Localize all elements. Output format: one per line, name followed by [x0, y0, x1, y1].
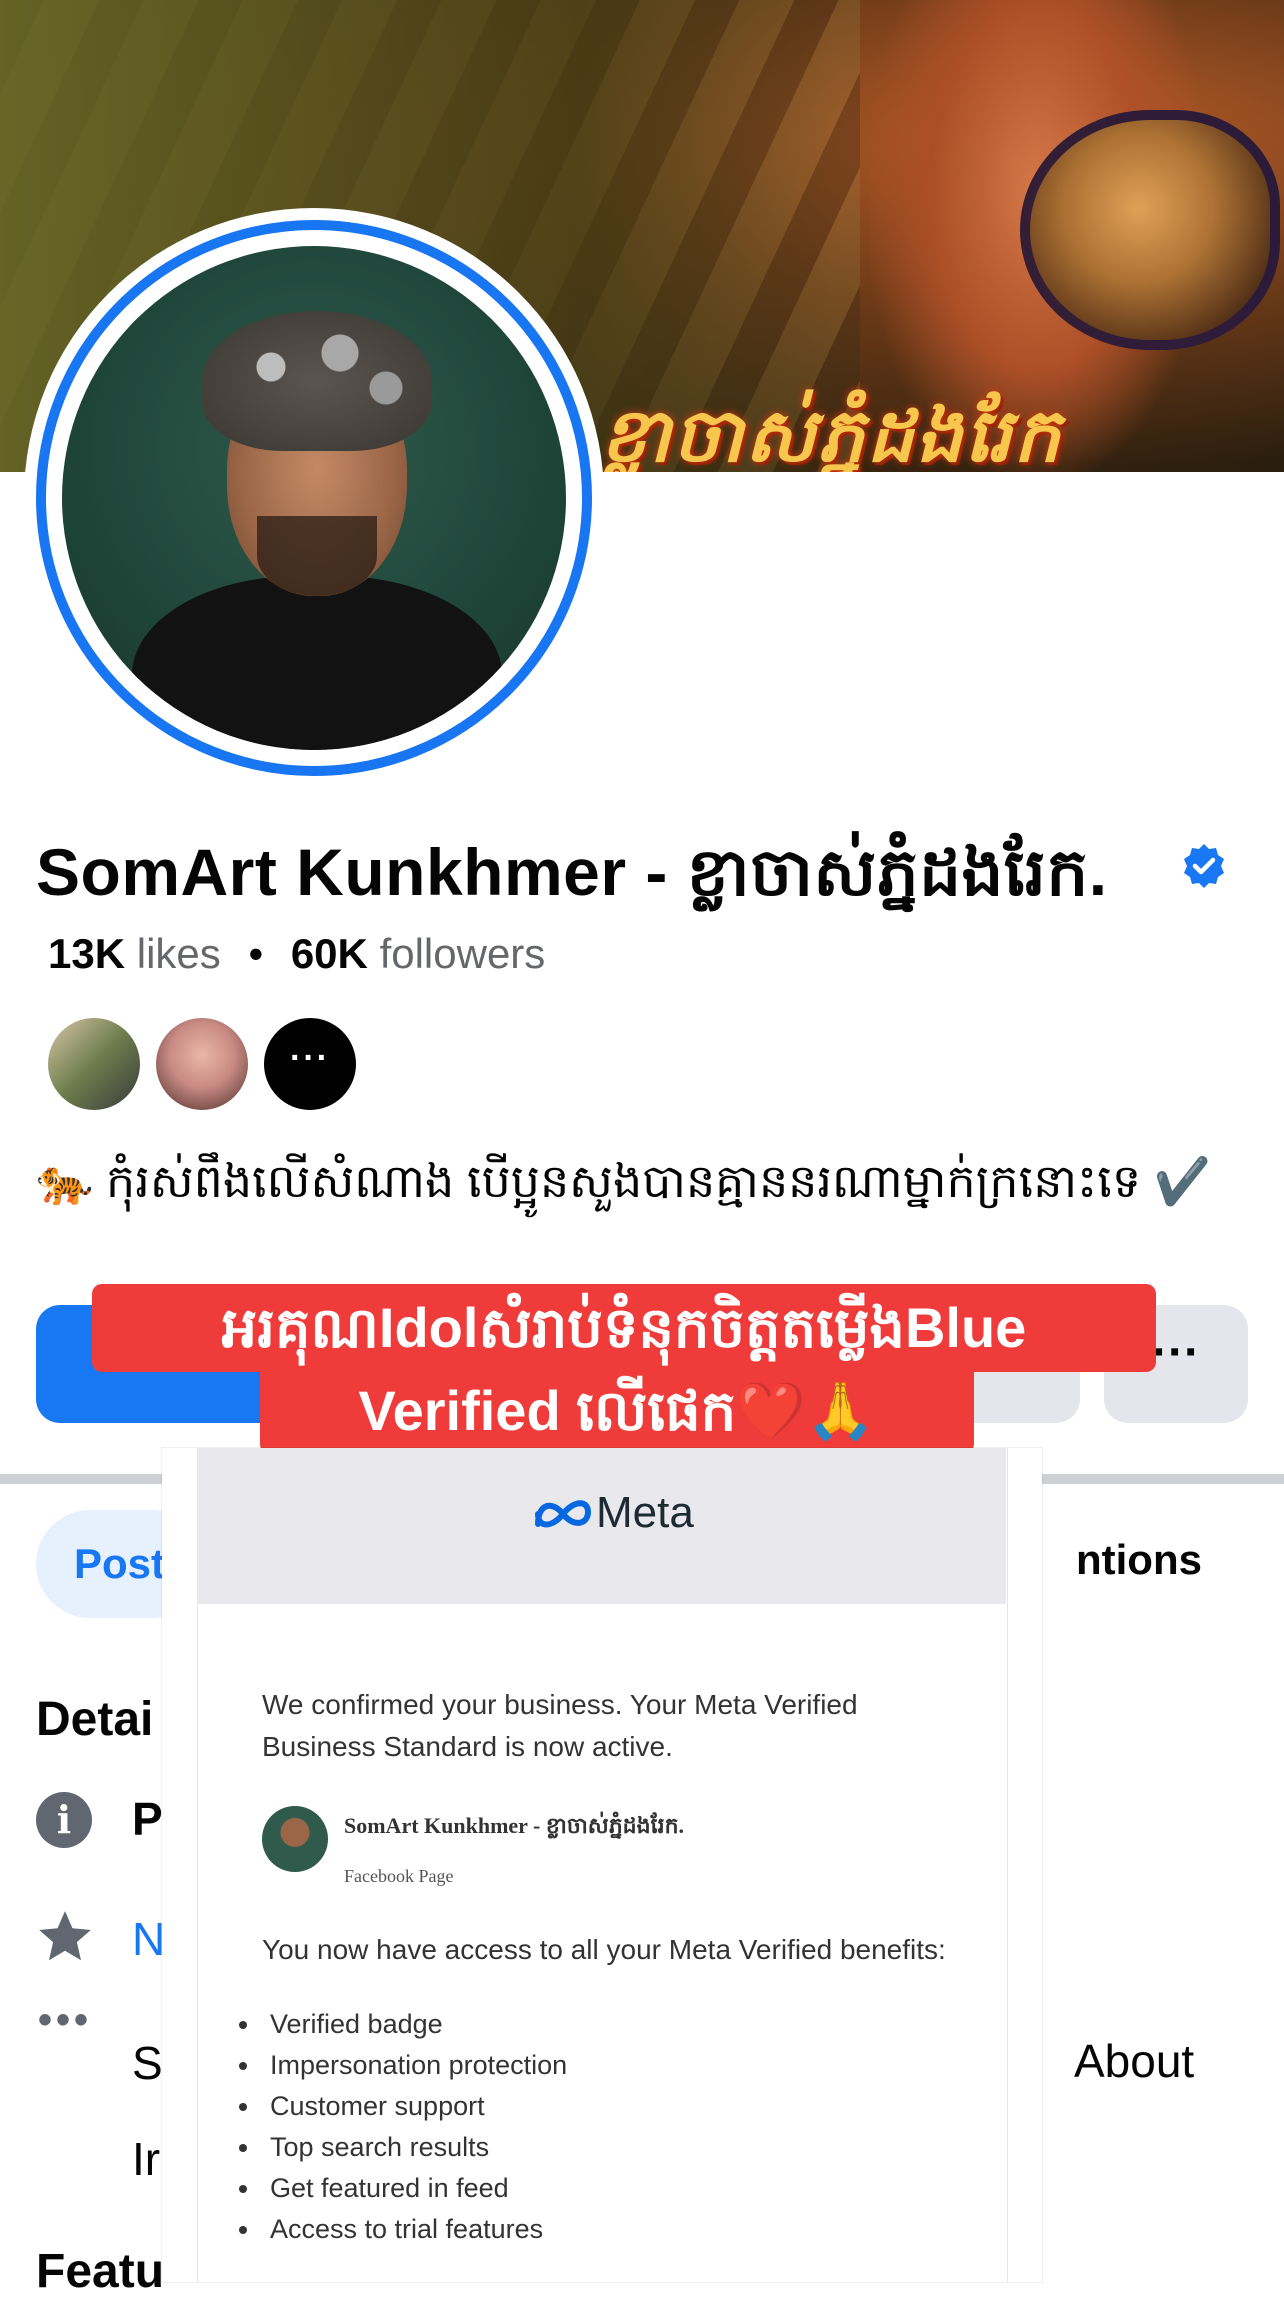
cover-title: ខ្លាចាស់ភ្នំដងរែក [600, 394, 1063, 472]
page-bio: 🐅 កុំរស់ពឹងលើសំណាង បើប្អូនសួងបានគ្មាននរណ… [36, 1155, 1212, 1207]
about-link[interactable]: About [1074, 2034, 1194, 2088]
caption-line-1: អរគុណIdolសំរាប់ទំនុកចិត្តតម្លើងBlue [92, 1284, 1156, 1372]
star-icon [39, 1911, 91, 1961]
detail-info-text: P [132, 1793, 163, 1845]
detail-more-text: S [132, 2037, 163, 2089]
detail-rating-link[interactable]: N [132, 1912, 165, 1966]
likes-label: likes [136, 930, 221, 977]
friends-more-button[interactable]: ··· [262, 1016, 358, 1112]
meta-brand-text: Meta [596, 1488, 694, 1537]
stats-separator: • [248, 930, 264, 977]
info-icon: i [36, 1792, 92, 1848]
meta-verified-email: Meta We confirmed your business. Your Me… [162, 1448, 1042, 2282]
list-item: Customer support [262, 2086, 567, 2127]
likes-count: 13K [48, 930, 126, 977]
page-name: SomArt Kunkhmer - ខ្លាចាស់ភ្នំដងរែក. [36, 835, 1108, 909]
verified-icon [1184, 844, 1224, 888]
list-item: Get featured in feed [262, 2168, 567, 2209]
friend-avatar[interactable] [154, 1016, 250, 1112]
profile-avatar[interactable] [24, 208, 604, 788]
page-stats[interactable]: 13K likes • 60K followers [48, 930, 545, 978]
list-item: Top search results [262, 2127, 567, 2168]
friend-avatar[interactable] [46, 1016, 142, 1112]
followers-count: 60K [290, 930, 368, 977]
list-item: Verified badge [262, 2004, 567, 2045]
tab-mentions[interactable]: ntions [1076, 1536, 1202, 1584]
caption-line-2: Verified លើផេក❤️🙏 [260, 1368, 974, 1454]
meta-logo-icon [535, 1500, 592, 1528]
list-item: Impersonation protection [262, 2045, 567, 2086]
meta-page-type: Facebook Page [344, 1866, 454, 1886]
meta-page-avatar [262, 1806, 328, 1872]
meta-confirm-text: We confirmed your business. Your Meta Ve… [262, 1689, 858, 1762]
details-heading: Detai [36, 1693, 154, 1746]
more-dots-icon: ••• [38, 1998, 93, 2042]
featured-heading: Featu [36, 2245, 165, 2298]
list-item: Access to trial features [262, 2209, 567, 2250]
meta-access-text: You now have access to all your Meta Ver… [262, 1934, 946, 1965]
followers-label: followers [379, 930, 546, 977]
meta-logo: Meta [532, 1488, 742, 1548]
detail-intro-text: Ir [132, 2133, 161, 2185]
meta-page-name: SomArt Kunkhmer - ខ្លាចាស់ភ្នំដងរែក. [344, 1813, 685, 1838]
meta-benefits-list: Verified badge Impersonation protection … [234, 2004, 567, 2250]
